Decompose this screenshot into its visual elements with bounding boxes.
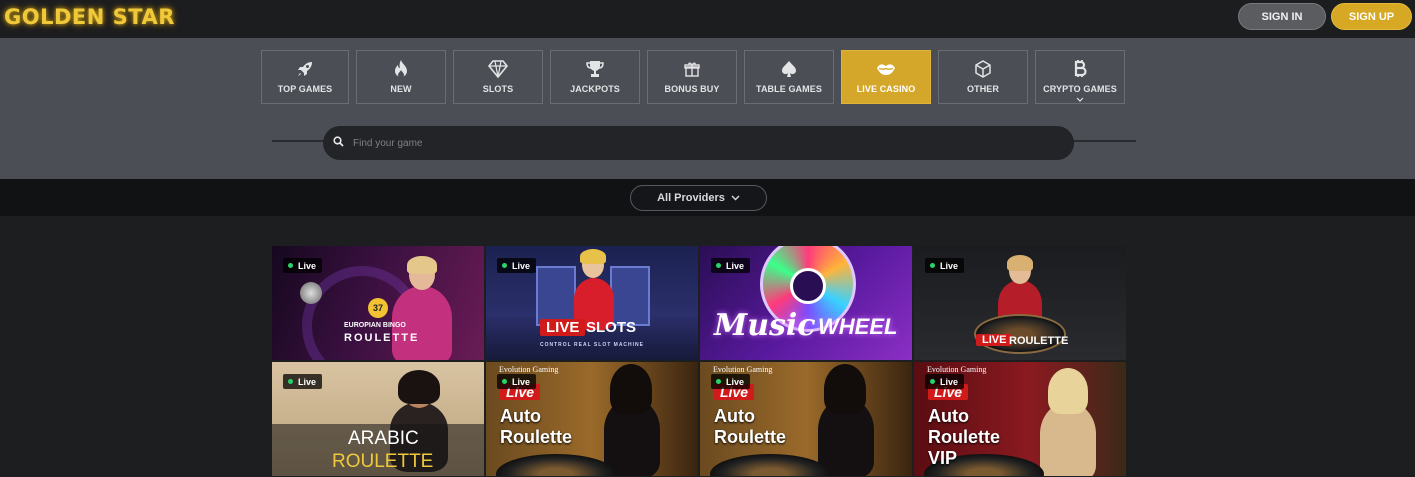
tab-label: JACKPOTS	[570, 84, 620, 94]
rocket-icon	[295, 59, 315, 79]
game-tile-auto-roulette-1[interactable]: Evolution Gaming Live Auto Roulette Live	[486, 362, 698, 476]
search-bar[interactable]	[323, 126, 1074, 160]
game-subtitle: WHEEL	[818, 314, 898, 339]
game-tile-auto-roulette-vip[interactable]: Evolution Gaming Live Auto Roulette VIP …	[914, 362, 1126, 476]
wheel-hub	[790, 268, 826, 304]
live-badge: Live	[711, 258, 751, 273]
provider-label: Evolution Gaming	[927, 365, 987, 374]
provider-label: Evolution Gaming	[499, 365, 559, 374]
search-icon	[333, 134, 344, 152]
game-title: ROULETTE	[332, 451, 434, 472]
bitcoin-icon	[1073, 59, 1087, 79]
tab-new[interactable]: NEW	[356, 50, 446, 104]
chevron-down-icon	[731, 192, 740, 204]
dealer-hair	[580, 249, 606, 264]
dealer-hair	[1007, 255, 1033, 271]
live-badge: Live	[925, 374, 965, 389]
game-title: Music	[714, 308, 816, 343]
sign-in-button[interactable]: SIGN IN	[1238, 3, 1326, 30]
game-subtitle: Roulette	[500, 427, 572, 447]
tab-label: TOP GAMES	[277, 84, 333, 94]
game-title: Auto	[928, 406, 969, 426]
dealer-hair	[610, 364, 652, 414]
live-badge: Live	[283, 374, 323, 389]
live-badge: Live	[497, 258, 537, 273]
search-input[interactable]	[353, 137, 953, 149]
game-tile-auto-roulette-2[interactable]: Evolution Gaming Live Auto Roulette Live	[700, 362, 912, 476]
dealer-hair	[1048, 368, 1088, 414]
diamond-icon	[488, 59, 508, 79]
game-title: SLOTS	[586, 319, 637, 336]
game-subtitle: EUROPIAN BINGO	[344, 322, 406, 329]
game-subtitle: Roulette	[714, 427, 786, 447]
tab-label: SLOTS	[482, 84, 514, 94]
providers-label: All Providers	[657, 192, 725, 204]
providers-dropdown[interactable]: All Providers	[630, 185, 767, 211]
live-label: LIVE	[976, 334, 1013, 346]
roulette-wheel	[496, 454, 616, 476]
sign-up-button[interactable]: SIGN UP	[1331, 3, 1412, 30]
lips-icon	[876, 59, 896, 79]
top-bar: GOLDEN STAR SIGN IN SIGN UP	[0, 0, 1415, 38]
game-tile-live-slots[interactable]: LIVE SLOTS CONTROL REAL SLOT MACHINE Liv…	[486, 246, 698, 360]
tab-label: TABLE GAMES	[756, 84, 822, 94]
game-title-extra: VIP	[928, 448, 958, 468]
chevron-down-icon[interactable]	[1076, 89, 1084, 107]
slot-machine-left	[536, 266, 576, 326]
game-subtitle: CONTROL REAL SLOT MACHINE	[540, 342, 644, 348]
live-badge: Live	[283, 258, 323, 273]
tab-live-casino[interactable]: LIVE CASINO	[841, 50, 931, 104]
gift-icon	[684, 59, 700, 79]
game-subtitle: Roulette	[928, 427, 1000, 447]
tab-bonus-buy[interactable]: BONUS BUY	[647, 50, 737, 104]
tab-label: OTHER	[967, 84, 999, 94]
tab-label: BONUS BUY	[664, 84, 720, 94]
game-tile-music-wheel[interactable]: Music WHEEL Live	[700, 246, 912, 360]
dealer-hair	[824, 364, 866, 414]
spade-icon	[781, 59, 797, 79]
game-title: ROULETTE	[344, 332, 420, 344]
game-title: ROULETTE	[1009, 335, 1069, 347]
live-badge: Live	[925, 258, 965, 273]
providers-strip: All Providers	[0, 179, 1415, 216]
game-title: Auto	[500, 406, 541, 426]
category-area: TOP GAMES NEW SLOTS JACKPOTS BONUS BUY T…	[0, 38, 1415, 179]
live-badge: Live	[497, 374, 537, 389]
provider-label: Evolution Gaming	[713, 365, 773, 374]
live-label: LIVE	[540, 319, 586, 336]
game-tile-arabic-roulette[interactable]: ARABIC ROULETTE Live	[272, 362, 484, 476]
dealer-hair	[398, 370, 440, 404]
trophy-icon	[585, 59, 605, 79]
fire-icon	[393, 59, 409, 79]
live-badge: Live	[711, 374, 751, 389]
tab-slots[interactable]: SLOTS	[453, 50, 543, 104]
game-subtitle: ARABIC	[348, 428, 419, 449]
tab-crypto-games[interactable]: CRYPTO GAMES	[1035, 50, 1125, 104]
number-ball: 37	[368, 298, 388, 318]
tab-other[interactable]: OTHER	[938, 50, 1028, 104]
site-logo[interactable]: GOLDEN STAR	[4, 5, 175, 29]
roulette-wheel	[710, 454, 830, 476]
cube-icon	[974, 59, 992, 79]
tab-top-games[interactable]: TOP GAMES	[261, 50, 349, 104]
slot-machine-right	[610, 266, 650, 326]
tab-label: NEW	[390, 84, 412, 94]
game-tile-european-bingo-roulette[interactable]: 37 EUROPIAN BINGO ROULETTE Live	[272, 246, 484, 360]
game-title: Auto	[714, 406, 755, 426]
bingo-ball	[300, 282, 322, 304]
dealer-hair	[407, 256, 437, 274]
tab-jackpots[interactable]: JACKPOTS	[550, 50, 640, 104]
tab-label: LIVE CASINO	[856, 84, 916, 94]
tab-table-games[interactable]: TABLE GAMES	[744, 50, 834, 104]
game-tile-live-roulette[interactable]: LIVE ROULETTE Live	[914, 246, 1126, 360]
